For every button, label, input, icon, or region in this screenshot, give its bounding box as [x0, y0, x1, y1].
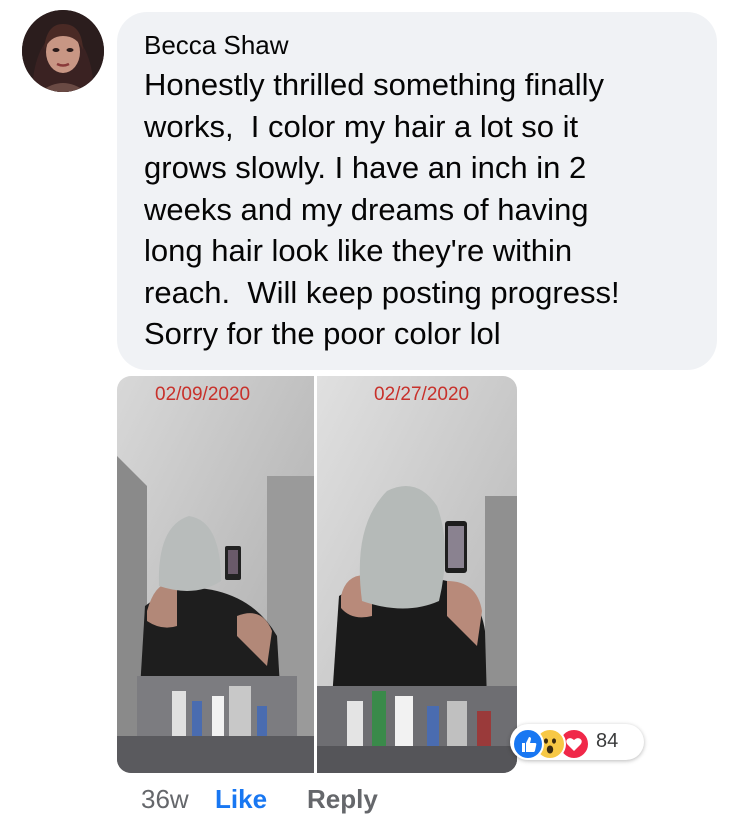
avatar[interactable] — [22, 10, 104, 92]
comment-photo[interactable]: 02/09/2020 02/27/2020 — [117, 376, 517, 773]
comment-actions: 36w Like Reply — [141, 783, 378, 815]
reply-button[interactable]: Reply — [307, 783, 378, 815]
comment-bubble: Becca Shaw Honestly thrilled something f… — [117, 12, 717, 370]
reaction-summary[interactable]: 84 — [510, 724, 644, 760]
comment-text-line: weeks and my dreams of having — [144, 191, 589, 227]
avatar-image — [22, 10, 104, 92]
reaction-count: 84 — [596, 730, 619, 752]
comment-text: Honestly thrilled something finally work… — [144, 64, 691, 355]
like-icon — [512, 728, 544, 760]
comment-text-line: reach. Will keep posting progress! — [144, 274, 620, 310]
comment-text-line: grows slowly. I have an inch in 2 — [144, 150, 587, 185]
before-photo: 02/09/2020 — [117, 376, 314, 773]
comment-timestamp[interactable]: 36w — [141, 783, 215, 815]
before-photo-image — [117, 376, 314, 773]
comment-text-line: Honestly thrilled something finally — [144, 67, 605, 102]
comment-text-line: long hair look like they're within — [144, 233, 573, 268]
after-date: 02/27/2020 — [374, 384, 470, 405]
like-button[interactable]: Like — [215, 783, 307, 815]
before-date: 02/09/2020 — [155, 384, 251, 405]
after-photo: 02/27/2020 — [317, 376, 517, 773]
after-photo-image — [317, 376, 517, 773]
comment-text-line: Sorry for the poor color lol — [144, 316, 501, 351]
comment-text-line: works, I color my hair a lot so it — [144, 108, 579, 144]
comment-author[interactable]: Becca Shaw — [144, 28, 691, 62]
